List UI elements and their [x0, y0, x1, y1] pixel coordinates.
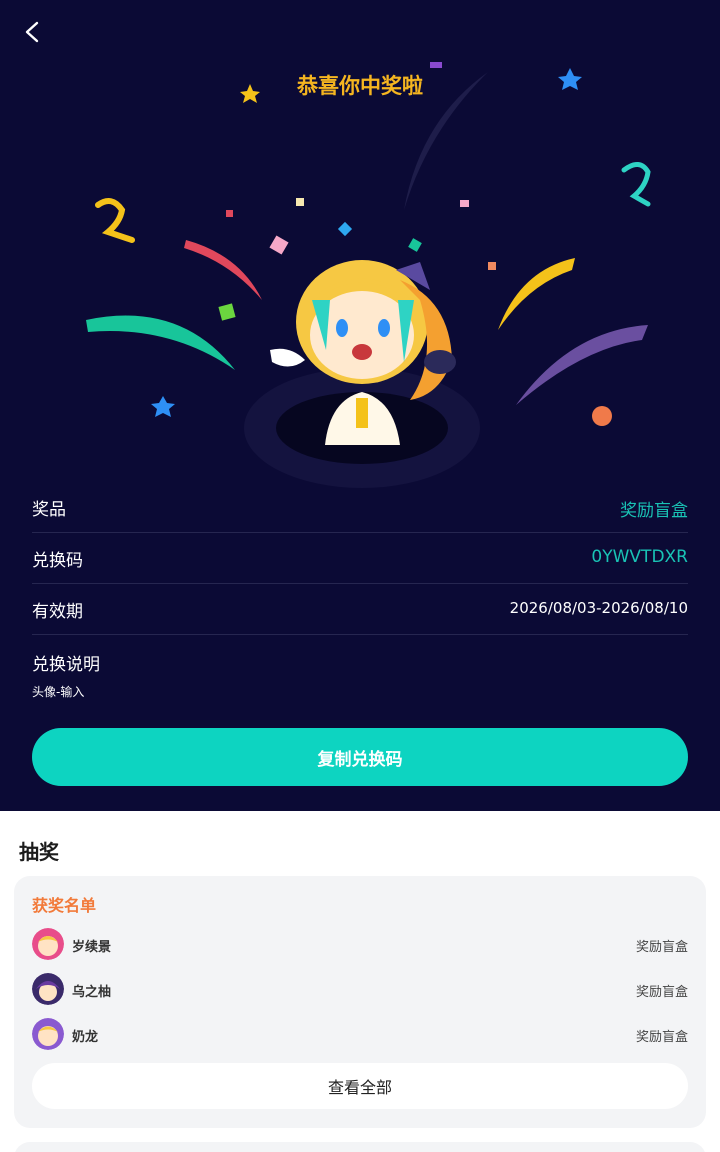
winner-item: 乌之柚 奖励盲盒	[32, 973, 688, 1007]
lottery-section-title: 抽奖	[19, 840, 59, 864]
winner-item: 奶龙 奖励盲盒	[32, 1018, 688, 1052]
winners-card: 获奖名单 岁续景 奖励盲盒 乌之柚 奖励盲盒 奶龙 奖励盲盒 查看全部	[14, 876, 706, 1128]
instructions-label: 兑换说明	[32, 655, 100, 675]
prize-row: 奖品 奖励盲盒	[32, 482, 688, 533]
winner-name: 岁续景	[72, 940, 112, 955]
prize-label: 奖品	[32, 500, 66, 520]
back-button[interactable]	[18, 18, 48, 48]
redeem-code-value: 0YWVTDXR	[591, 547, 688, 567]
avatar	[32, 973, 64, 1005]
redeem-code-row: 兑换码 0YWVTDXR	[32, 533, 688, 584]
instructions-text: 头像-输入	[32, 685, 85, 699]
validity-row: 有效期 2026/08/03-2026/08/10	[32, 584, 688, 635]
avatar	[32, 1018, 64, 1050]
next-card	[14, 1142, 706, 1152]
celebration-illustration	[86, 62, 651, 488]
winner-prize: 奖励盲盒	[635, 985, 688, 1000]
winner-prize: 奖励盲盒	[635, 1030, 688, 1045]
avatar	[32, 928, 64, 960]
status-bar	[0, 0, 720, 26]
redeem-code-label: 兑换码	[32, 551, 83, 571]
prize-value: 奖励盲盒	[620, 501, 688, 521]
prize-hero: 恭喜你中奖啦 奖品 奖励盲盒 兑换码 0YWVTDXR 有效期 2026/08/…	[0, 0, 720, 811]
view-all-button[interactable]: 查看全部	[32, 1063, 688, 1109]
copy-code-button[interactable]: 复制兑换码	[32, 728, 688, 786]
winner-item: 岁续景 奖励盲盒	[32, 928, 688, 962]
winner-prize: 奖励盲盒	[635, 940, 688, 955]
chevron-left-icon	[25, 21, 39, 43]
validity-label: 有效期	[32, 602, 83, 622]
validity-value: 2026/08/03-2026/08/10	[509, 599, 688, 617]
winners-title: 获奖名单	[32, 896, 97, 915]
winner-name: 乌之柚	[72, 985, 112, 1000]
winner-name: 奶龙	[72, 1030, 99, 1045]
